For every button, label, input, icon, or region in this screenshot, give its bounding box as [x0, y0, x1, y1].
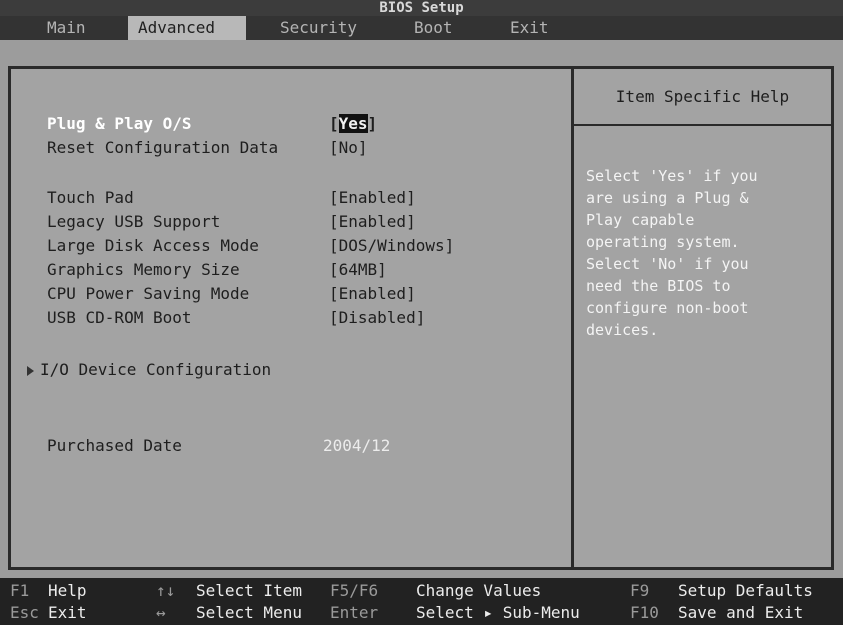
setting-label-large-disk: Large Disk Access Mode: [47, 236, 259, 255]
help-panel-title: Item Specific Help: [615, 87, 790, 106]
submenu-arrow-icon: [27, 365, 34, 376]
setting-value-plug-play[interactable]: [Yes]: [329, 114, 377, 133]
key-leftright-icon: ↔: [156, 603, 166, 622]
setting-value-touch-pad[interactable]: [Enabled]: [329, 188, 416, 207]
key-legend-footer: F1 Help ↑↓ Select Item F5/F6 Change Valu…: [0, 578, 843, 625]
setting-label-reset-config: Reset Configuration Data: [47, 138, 279, 157]
bracket-close: ]: [367, 114, 378, 133]
setting-label-plug-play: Plug & Play O/S: [47, 114, 192, 133]
selected-value: Yes: [338, 114, 368, 133]
key-f5f6: F5/F6: [330, 581, 379, 600]
key-enter: Enter: [330, 603, 379, 622]
tab-main[interactable]: Main: [37, 16, 96, 40]
setting-label-touch-pad: Touch Pad: [47, 188, 134, 207]
setting-value-large-disk[interactable]: [DOS/Windows]: [329, 236, 454, 255]
key-f1: F1: [10, 581, 30, 600]
setting-value-reset-config[interactable]: [No]: [329, 138, 368, 157]
key-updown-icon: ↑↓: [156, 581, 176, 600]
key-enter-desc: Select ▸ Sub-Menu: [416, 603, 580, 622]
settings-panel: Plug & Play O/S [Yes] Reset Configuratio…: [8, 66, 834, 570]
submenu-io-device-label: I/O Device Configuration: [40, 360, 272, 379]
setting-value-purchased: 2004/12: [323, 436, 391, 455]
setting-value-usb-cdrom[interactable]: [Disabled]: [329, 308, 425, 327]
key-leftright-desc: Select Menu: [196, 603, 302, 622]
key-f5f6-desc: Change Values: [416, 581, 542, 600]
setting-label-purchased: Purchased Date: [47, 436, 182, 455]
column-divider: [571, 69, 574, 567]
tab-boot[interactable]: Boot: [404, 16, 463, 40]
setting-label-cpu-power: CPU Power Saving Mode: [47, 284, 250, 303]
key-esc-desc: Exit: [48, 603, 87, 622]
key-f10-desc: Save and Exit: [678, 603, 804, 622]
submenu-io-device[interactable]: I/O Device Configuration: [27, 360, 271, 379]
help-panel-text: Select 'Yes' if you are using a Plug & P…: [586, 167, 758, 339]
key-f9: F9: [630, 581, 650, 600]
key-esc: Esc: [10, 603, 39, 622]
window-title: BIOS Setup: [0, 0, 843, 16]
key-f10: F10: [630, 603, 659, 622]
setting-value-cpu-power[interactable]: [Enabled]: [329, 284, 416, 303]
setting-value-graphics-mem[interactable]: [64MB]: [329, 260, 387, 279]
tab-security[interactable]: Security: [270, 16, 367, 40]
tab-exit[interactable]: Exit: [500, 16, 559, 40]
help-header-divider: [574, 124, 831, 126]
bios-screen: BIOS Setup Main Advanced Security Boot E…: [0, 0, 843, 625]
setting-label-usb-cdrom: USB CD-ROM Boot: [47, 308, 192, 327]
key-updown-desc: Select Item: [196, 581, 302, 600]
setting-label-legacy-usb: Legacy USB Support: [47, 212, 221, 231]
bracket-open: [: [329, 114, 339, 133]
setting-value-legacy-usb[interactable]: [Enabled]: [329, 212, 416, 231]
setting-label-graphics-mem: Graphics Memory Size: [47, 260, 240, 279]
tab-advanced[interactable]: Advanced: [128, 16, 246, 40]
key-f1-desc: Help: [48, 581, 87, 600]
menu-bar: Main Advanced Security Boot Exit: [0, 16, 843, 40]
key-f9-desc: Setup Defaults: [678, 581, 813, 600]
